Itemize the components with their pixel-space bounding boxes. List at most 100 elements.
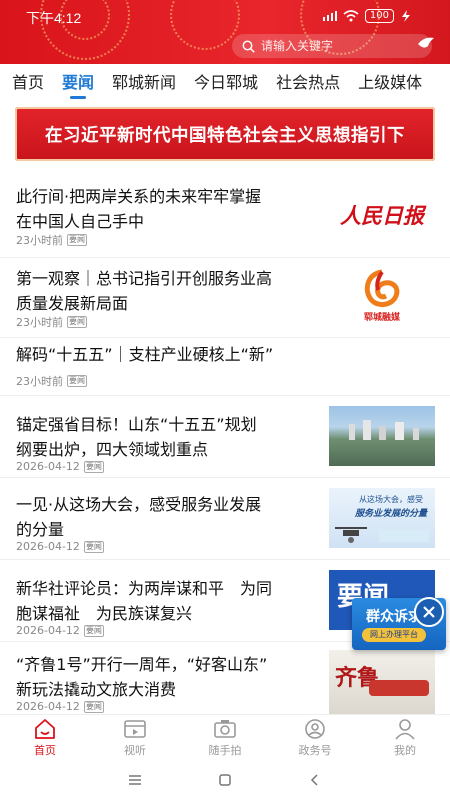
news-time: 2026-04-12 xyxy=(16,624,80,637)
nav-label: 我的 xyxy=(394,744,416,757)
camera-icon xyxy=(214,720,236,738)
news-thumbnail: 人民日报 xyxy=(329,184,435,246)
news-item[interactable]: 第一观察｜总书记指引开创服务业高 质量发展新局面 23小时前 要闻 郓城融媒 xyxy=(0,258,450,338)
close-icon xyxy=(423,606,435,618)
news-time: 23小时前 xyxy=(16,316,63,329)
train-thumbnail: 齐鲁 xyxy=(329,650,435,714)
news-title-line: 一见·从这场大会，感受服务业发展 xyxy=(16,495,262,514)
news-tag: 要闻 xyxy=(83,700,104,713)
search-input[interactable] xyxy=(261,39,411,53)
nav-home[interactable]: 首页 xyxy=(0,715,90,760)
peoples-daily-logo: 人民日报 xyxy=(340,203,424,228)
news-time: 2026-04-12 xyxy=(16,700,80,713)
nav-label: 政务号 xyxy=(298,744,332,757)
tab-social-hotspots[interactable]: 社会热点 xyxy=(276,65,340,101)
app-screen: 下午4:12 100 首页 要闻 郓城新闻 今日郓城 社会热点 上级媒体 在习近… xyxy=(0,0,450,800)
banner-text: 在习近平新时代中国特色社会主义思想指引下 xyxy=(45,125,405,146)
nav-label: 首页 xyxy=(34,744,56,757)
news-title-line: 的分量 xyxy=(16,520,65,539)
news-title: 新华社评论员：为两岸谋和平 为同 胞谋福祉 为民族谋复兴 xyxy=(16,576,272,626)
system-navigation-bar xyxy=(0,760,450,800)
yuncheng-media-text: 郓城融媒 xyxy=(363,312,400,323)
channel-tabs: 首页 要闻 郓城新闻 今日郓城 社会热点 上级媒体 xyxy=(0,64,450,102)
search-icon xyxy=(242,40,255,53)
tab-today-yuncheng[interactable]: 今日郓城 xyxy=(194,65,258,101)
news-title-line: 质量发展新局面 xyxy=(16,294,129,313)
news-meta: 2026-04-12 要闻 xyxy=(16,700,104,713)
news-tag: 要闻 xyxy=(83,460,104,473)
news-title: 第一观察｜总书记指引开创服务业高 质量发展新局面 xyxy=(16,266,272,316)
city-aerial-image xyxy=(329,406,435,466)
news-meta: 23小时前 要闻 xyxy=(16,373,87,389)
news-title-line: 锚定强省目标！山东“十五五”规划 xyxy=(16,415,257,434)
charging-icon xyxy=(402,10,410,22)
news-title-line: 新玩法撬动文旅大消费 xyxy=(16,680,177,699)
news-item[interactable]: 一见·从这场大会，感受服务业发展 的分量 2026-04-12 要闻 从这场大会… xyxy=(0,478,450,560)
news-title-line: 胞谋福祉 为民族谋复兴 xyxy=(16,604,193,623)
news-title-line: 纲要出炉，四大领域划重点 xyxy=(16,440,209,459)
widget-close-button[interactable] xyxy=(414,597,444,627)
nav-snapshot[interactable]: 随手拍 xyxy=(180,715,270,760)
home-square-icon[interactable] xyxy=(218,773,232,787)
news-thumbnail: 郓城融媒 xyxy=(329,264,435,326)
news-time: 2026-04-12 xyxy=(16,540,80,553)
menu-icon[interactable] xyxy=(128,774,142,786)
home-icon xyxy=(35,719,55,739)
battery-icon: 100 xyxy=(364,9,394,23)
thumb-caption: 服务业发展的分量 xyxy=(355,509,428,519)
widget-subtitle: 网上办理平台 xyxy=(362,628,426,642)
news-title-line: 此行间·把两岸关系的未来牢牢掌握 xyxy=(16,187,262,206)
status-bar: 下午4:12 100 xyxy=(0,6,450,26)
news-tag: 要闻 xyxy=(67,316,87,328)
news-title-line: 新华社评论员：为两岸谋和平 为同 xyxy=(16,579,273,598)
dove-icon xyxy=(418,37,434,48)
tab-yuncheng-news[interactable]: 郓城新闻 xyxy=(112,65,176,101)
news-item[interactable]: “齐鲁1号”开行一周年，“好客山东” 新玩法撬动文旅大消费 2026-04-12… xyxy=(0,642,450,714)
news-title: 此行间·把两岸关系的未来牢牢掌握 在中国人自己手中 xyxy=(16,184,261,234)
thumb-caption: 从这场大会，感受 xyxy=(359,495,423,504)
news-meta: 2026-04-12 要闻 xyxy=(16,540,104,553)
news-item[interactable]: 解码“十五五”｜支柱产业硬核上“新” 23小时前 要闻 xyxy=(0,338,450,396)
news-time: 23小时前 xyxy=(16,375,63,388)
news-item[interactable]: 此行间·把两岸关系的未来牢牢掌握 在中国人自己手中 23小时前 要闻 人民日报 xyxy=(0,172,450,258)
tab-higher-media[interactable]: 上级媒体 xyxy=(358,65,422,101)
news-title: 一见·从这场大会，感受服务业发展 的分量 xyxy=(16,492,261,542)
news-meta: 23小时前 要闻 xyxy=(16,232,87,248)
nav-label: 随手拍 xyxy=(208,744,242,757)
news-time: 2026-04-12 xyxy=(16,460,80,473)
nav-label: 视听 xyxy=(124,744,146,757)
news-meta: 2026-04-12 要闻 xyxy=(16,624,104,637)
news-title-line: 第一观察｜总书记指引开创服务业高 xyxy=(16,269,273,288)
news-title: 解码“十五五”｜支柱产业硬核上“新” xyxy=(16,342,273,367)
news-time: 23小时前 xyxy=(16,234,63,247)
government-icon xyxy=(305,719,325,739)
top-header: 下午4:12 100 xyxy=(0,0,450,64)
news-meta: 23小时前 要闻 xyxy=(16,314,87,330)
news-title-line: “齐鲁1号”开行一周年，“好客山东” xyxy=(16,655,268,674)
video-icon xyxy=(124,720,146,738)
news-title-line: 解码“十五五”｜支柱产业硬核上“新” xyxy=(16,345,274,364)
back-icon[interactable] xyxy=(308,773,322,787)
news-title: “齐鲁1号”开行一周年，“好客山东” 新玩法撬动文旅大消费 xyxy=(16,652,267,702)
yuncheng-media-logo xyxy=(364,269,400,307)
news-item[interactable]: 锚定强省目标！山东“十五五”规划 纲要出炉，四大领域划重点 2026-04-12… xyxy=(0,396,450,478)
user-icon xyxy=(395,719,415,740)
search-bar[interactable] xyxy=(232,34,432,58)
topic-banner[interactable]: 在习近平新时代中国特色社会主义思想指引下 xyxy=(15,107,435,161)
tab-headlines[interactable]: 要闻 xyxy=(62,65,94,101)
news-title-line: 在中国人自己手中 xyxy=(16,212,145,231)
status-icons: 100 xyxy=(322,9,412,23)
bottom-navigation: 首页 视听 随手拍 政务号 我的 xyxy=(0,714,450,760)
service-industry-image: 从这场大会，感受 服务业发展的分量 xyxy=(329,488,435,548)
news-tag: 要闻 xyxy=(67,234,87,246)
wifi-icon xyxy=(343,10,359,22)
nav-video[interactable]: 视听 xyxy=(90,715,180,760)
drone-icon xyxy=(335,527,367,543)
news-tag: 要闻 xyxy=(67,375,87,387)
signal-icon xyxy=(322,11,337,21)
status-time: 下午4:12 xyxy=(26,10,82,26)
tab-home[interactable]: 首页 xyxy=(12,65,44,101)
nav-mine[interactable]: 我的 xyxy=(360,715,450,760)
news-tag: 要闻 xyxy=(83,540,104,553)
nav-government[interactable]: 政务号 xyxy=(270,715,360,760)
